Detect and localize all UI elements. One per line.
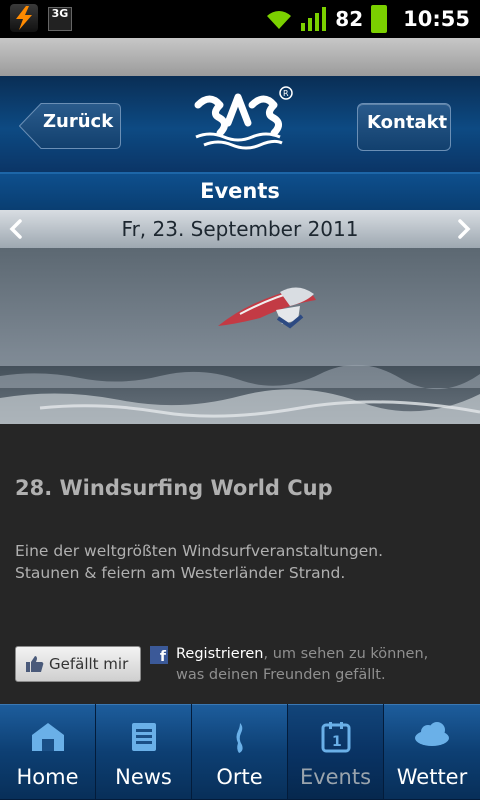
register-text: , um sehen zu können, [263,646,429,662]
previous-date-button[interactable] [2,210,32,248]
places-icon [236,723,243,753]
sylt-logo: R [190,83,294,157]
signal-icon [301,7,327,31]
network-3g-icon: 3G [48,7,72,31]
event-description-line: Staunen & feiern am Westerländer Strand. [15,564,346,582]
tab-label: Home [16,765,79,789]
register-link[interactable]: Registrieren [176,646,263,662]
date-navigator: Fr, 23. September 2011 [0,210,480,248]
event-title: 28. Windsurfing World Cup [15,476,333,500]
tab-bar: Home News Orte 1 Events Wetter [0,704,480,800]
facebook-like-button[interactable]: Gefällt mir [15,646,141,682]
like-button-label: Gefällt mir [49,655,129,673]
back-button[interactable]: Zurück [19,103,121,149]
title-strip [0,38,480,76]
back-button-label: Zurück [43,111,114,132]
register-text: was deinen Freunden gefällt. [176,667,386,683]
contact-button[interactable]: Kontakt [357,103,451,151]
news-icon [131,723,156,751]
tab-label: Orte [216,765,263,789]
facebook-register-text: Registrieren, um sehen zu können, was de… [176,644,466,686]
contact-button-label: Kontakt [367,112,448,133]
tab-news[interactable]: News [96,704,191,799]
tab-label: News [115,765,172,789]
svg-text:1: 1 [332,734,342,750]
tab-places[interactable]: Orte [192,704,287,799]
battery-icon [371,5,388,33]
thumbs-up-icon [26,656,44,672]
event-description-line: Eine der weltgrößten Windsurfveranstaltu… [15,542,384,560]
wifi-icon [267,11,292,29]
chevron-left-icon [9,219,22,239]
event-description: Eine der weltgrößten Windsurfveranstaltu… [15,540,465,584]
home-icon [31,723,64,751]
chevron-right-icon [458,219,471,239]
calendar-icon: 1 [321,722,350,753]
app-notification-icon [10,4,38,32]
tab-label: Events [299,765,372,789]
facebook-icon: f [150,646,168,665]
battery-percent: 82 [335,7,364,31]
clock: 10:55 [403,7,470,31]
svg-text:R: R [283,89,289,98]
next-date-button[interactable] [448,210,478,248]
tab-weather[interactable]: Wetter [384,704,480,799]
weather-icon [415,722,449,746]
tab-events[interactable]: 1 Events [288,704,383,799]
current-date: Fr, 23. September 2011 [121,217,359,241]
page-title: Events [0,172,480,212]
status-bar: 3G 82 10:55 [0,0,480,38]
tab-home[interactable]: Home [0,704,95,799]
event-photo [0,248,480,424]
tab-label: Wetter [396,765,468,789]
